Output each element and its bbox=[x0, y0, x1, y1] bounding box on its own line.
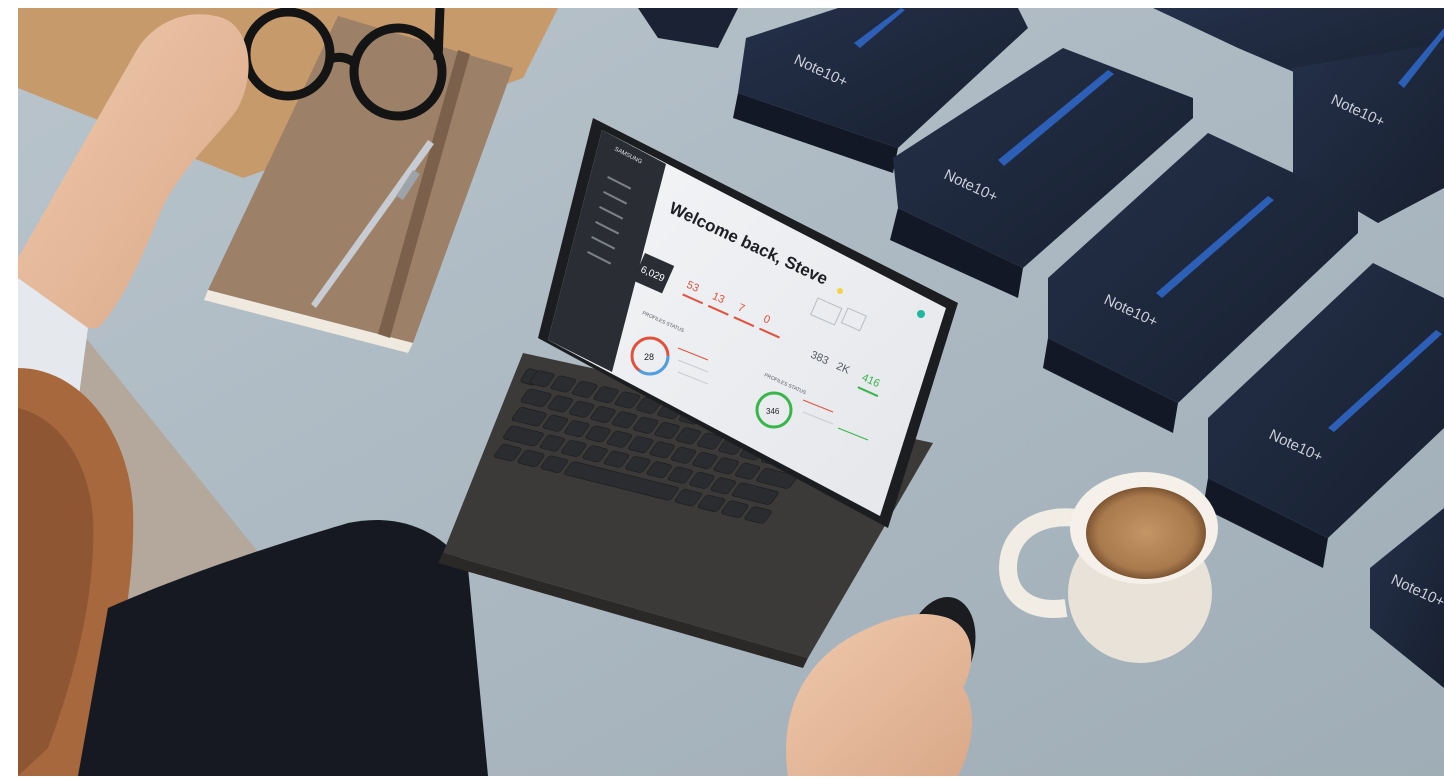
scene-svg: Note10+ Note10+ Note10+ Note10+ Note10+ … bbox=[18, 8, 1444, 776]
ring-1-value: 28 bbox=[644, 352, 654, 362]
ring-2-value: 346 bbox=[766, 407, 780, 416]
photo-scene: Note10+ Note10+ Note10+ Note10+ Note10+ … bbox=[18, 8, 1444, 776]
